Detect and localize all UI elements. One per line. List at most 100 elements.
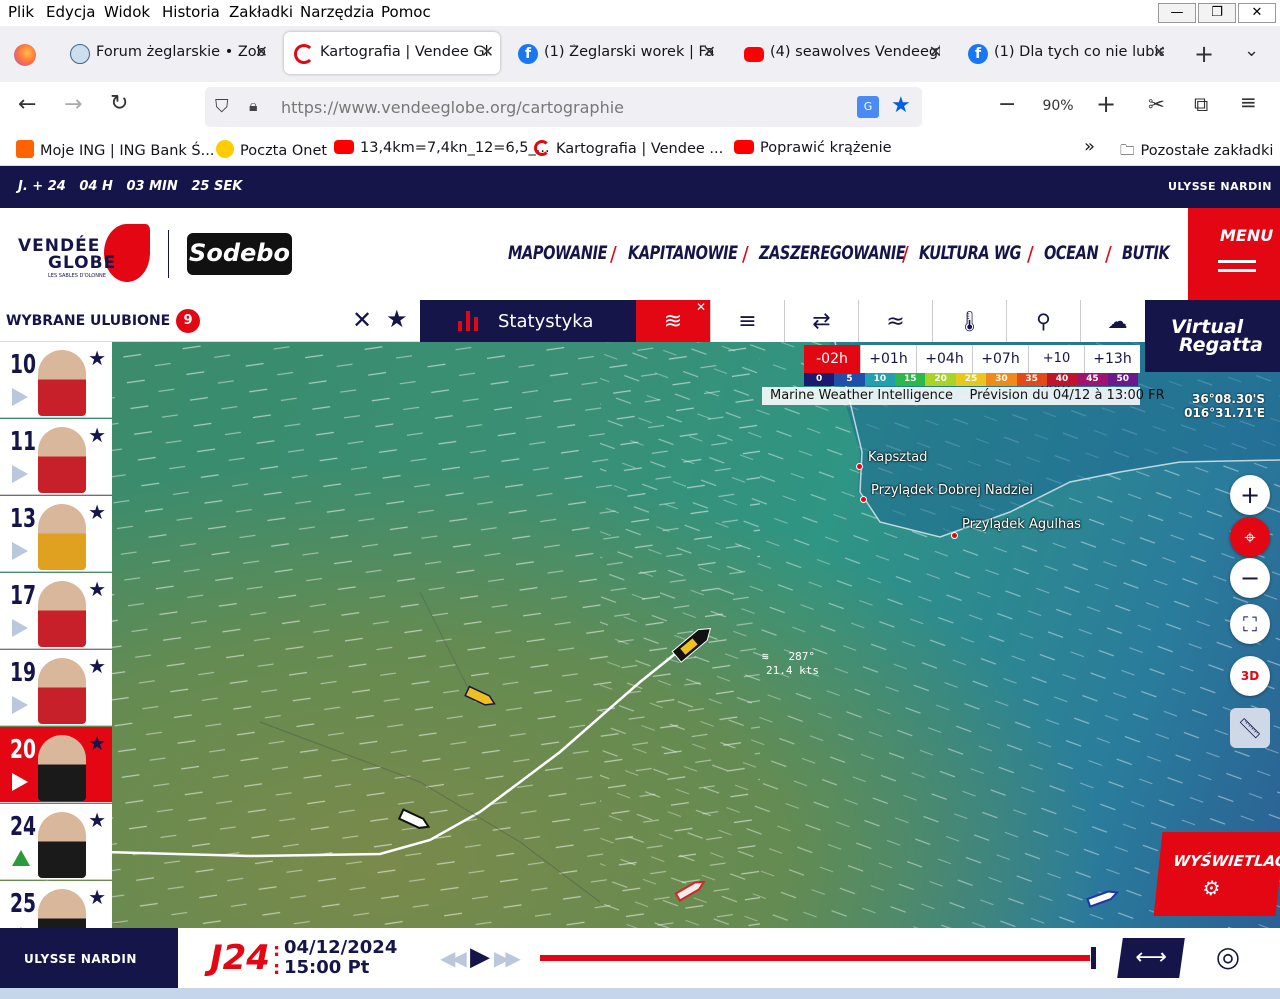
wave-layer-button[interactable]: ≈	[858, 300, 932, 342]
clear-favorites-icon[interactable]: ✕	[352, 306, 372, 334]
zoom-out-button[interactable]: −	[998, 92, 1016, 117]
ulysse-nardin-footer-logo[interactable]: ULYSSE NARDIN	[0, 928, 178, 988]
skipper-card[interactable]: 24 ★	[0, 804, 112, 880]
forecast-time-plus13[interactable]: +13h	[1084, 345, 1140, 373]
url-text[interactable]: https://www.vendeeglobe.org/cartographie	[281, 98, 624, 117]
skipper-card[interactable]: 13 ★	[0, 496, 112, 572]
play-skipper-icon[interactable]	[12, 696, 28, 714]
timeline-track[interactable]	[540, 955, 1096, 961]
cloud-layer-button[interactable]: ☁︎	[1080, 300, 1154, 342]
boat-icon[interactable]	[674, 879, 706, 902]
globe-view-icon[interactable]: ◎	[1208, 940, 1248, 976]
boat-icon[interactable]	[1086, 889, 1120, 908]
skipper-card[interactable]: 17 ★	[0, 573, 112, 649]
display-button[interactable]: WYŚWIETLACZ ⚙	[1153, 832, 1280, 916]
zoom-in-map-button[interactable]: +	[1230, 475, 1270, 515]
forecast-time-plus1[interactable]: +01h	[860, 345, 916, 373]
city-marker[interactable]	[951, 532, 958, 539]
play-skipper-icon[interactable]	[12, 388, 28, 406]
menu-view[interactable]: Widok	[104, 3, 150, 21]
bookmark-krazenie[interactable]: Poprawić krążenie	[734, 140, 892, 156]
favorite-star-icon[interactable]: ★	[88, 500, 106, 524]
menu-bookmarks[interactable]: Zakładki	[229, 3, 293, 21]
sodebo-logo[interactable]: Sodebo	[187, 233, 292, 275]
menu-edit[interactable]: Edycja	[46, 3, 95, 21]
new-tab-button[interactable]: +	[1194, 40, 1214, 68]
city-marker[interactable]	[860, 496, 867, 503]
favorite-star-icon[interactable]: ★	[88, 423, 106, 447]
play-skipper-icon[interactable]	[12, 465, 28, 483]
tab-forum[interactable]: Forum żeglarskie • Zob ✕	[60, 32, 274, 74]
translate-icon[interactable]: G	[857, 96, 879, 118]
extensions-icon[interactable]: ⧉	[1194, 92, 1208, 116]
close-tab-icon[interactable]: ✕	[255, 42, 268, 61]
forward-button[interactable]: →	[64, 92, 82, 117]
tab-list-chevron-icon[interactable]: ⌄	[1244, 40, 1259, 61]
wind-layer-button[interactable]: ≋ ✕	[636, 300, 710, 342]
city-marker[interactable]	[856, 463, 863, 470]
nav-kapitanowie[interactable]: KAPITANOWIE	[628, 242, 738, 264]
url-bar[interactable]: ⛉ 🔒︎ https://www.vendeeglobe.org/cartogr…	[205, 87, 922, 127]
center-location-icon[interactable]: ⌖	[1230, 517, 1270, 557]
bookmark-ing[interactable]: Moje ING | ING Bank Ś...	[16, 140, 214, 159]
favorite-star-icon[interactable]: ★	[88, 885, 106, 909]
pressure-layer-button[interactable]: ⚲	[1006, 300, 1080, 342]
nav-ocean[interactable]: OCEAN	[1044, 242, 1099, 264]
nav-kultura-wg[interactable]: KULTURA WG	[919, 242, 1021, 264]
menu-file[interactable]: Plik	[8, 3, 34, 21]
nav-mapowanie[interactable]: MAPOWANIE	[508, 242, 608, 264]
zoom-in-button[interactable]: +	[1096, 90, 1116, 118]
3d-view-icon[interactable]: 3D	[1230, 656, 1270, 696]
current-layer-button[interactable]: ⇄	[784, 300, 858, 342]
boat-icon[interactable]	[397, 808, 431, 832]
other-bookmarks[interactable]: 🗀 Pozostałe zakładki	[1120, 140, 1273, 165]
play-skipper-icon[interactable]	[12, 542, 28, 560]
ulysse-nardin-logo[interactable]: ULYSSE NARDIN	[1168, 180, 1272, 193]
lock-icon[interactable]: 🔒︎	[249, 96, 258, 116]
skipper-card[interactable]: 10 ★	[0, 342, 112, 418]
forecast-time-plus4[interactable]: +04h	[916, 345, 972, 373]
ruler-icon[interactable]: 📏︎	[1230, 708, 1270, 748]
bookmark-youtube-kn[interactable]: 13,4km=7,4kn_12=6,5_...	[334, 140, 550, 156]
zoom-level[interactable]: 90%	[1036, 86, 1080, 126]
favorite-star-icon[interactable]: ★	[88, 577, 106, 601]
vendee-globe-logo[interactable]: VENDÉE GLOBE LES SABLES D'OLONNE	[18, 222, 152, 286]
timeline-handle[interactable]	[1091, 947, 1096, 969]
restore-button[interactable]: ❐	[1198, 3, 1236, 23]
close-tab-icon[interactable]: ✕	[481, 42, 494, 61]
close-tab-icon[interactable]: ✕	[703, 42, 716, 61]
temperature-layer-button[interactable]: 🌡︎	[932, 300, 1006, 342]
reload-button[interactable]: ↻	[110, 91, 128, 116]
menu-tools[interactable]: Narzędzia	[300, 3, 374, 21]
minimize-button[interactable]: —	[1158, 3, 1196, 23]
statistics-button[interactable]: Statystyka	[420, 300, 636, 342]
forecast-time-plus10[interactable]: +10 godz	[1028, 345, 1084, 394]
back-button[interactable]: ←	[18, 92, 36, 117]
favorite-star-icon[interactable]: ★	[88, 808, 106, 832]
tab-kartografia[interactable]: Kartografia | Vendee Gl ✕	[284, 32, 500, 74]
fit-timeline-icon[interactable]: ⟷	[1117, 938, 1185, 978]
favorite-star-icon[interactable]: ★	[88, 654, 106, 678]
zoom-out-map-button[interactable]: −	[1230, 558, 1270, 598]
fullscreen-icon[interactable]: ⛶	[1230, 604, 1270, 644]
fast-forward-icon[interactable]: ▶▶	[494, 946, 521, 970]
shield-icon[interactable]: ⛉	[215, 96, 229, 117]
bookmark-kartografia[interactable]: Kartografia | Vendee ...	[534, 140, 723, 157]
tab-youtube-seawolves[interactable]: (4) seawolves Vendeegl ✕	[734, 32, 948, 74]
nav-zaszeregowanie[interactable]: ZASZEREGOWANIE	[759, 242, 906, 264]
selected-boat-icon[interactable]	[671, 623, 715, 663]
race-map[interactable]: Kapsztad Przylądek Dobrej Nadziei Przylą…	[0, 342, 1280, 928]
close-tab-icon[interactable]: ✕	[1153, 42, 1166, 61]
tab-facebook-worek[interactable]: f (1) Żeglarski worek | Fa ✕	[508, 32, 722, 74]
menu-help[interactable]: Pomoc	[381, 3, 431, 21]
nav-butik[interactable]: BUTIK	[1122, 242, 1170, 264]
bookmark-onet[interactable]: Poczta Onet	[216, 140, 327, 159]
forecast-time-plus7[interactable]: +07h	[972, 345, 1028, 373]
boat-icon[interactable]	[464, 685, 496, 709]
gust-layer-button[interactable]: ≡	[710, 300, 784, 342]
firefox-icon[interactable]	[14, 44, 36, 66]
rewind-icon[interactable]: ◀◀	[440, 946, 467, 970]
app-menu-icon[interactable]: ≡	[1240, 90, 1257, 114]
trend-up-icon[interactable]	[12, 850, 30, 866]
close-layer-icon[interactable]: ✕	[696, 300, 706, 314]
